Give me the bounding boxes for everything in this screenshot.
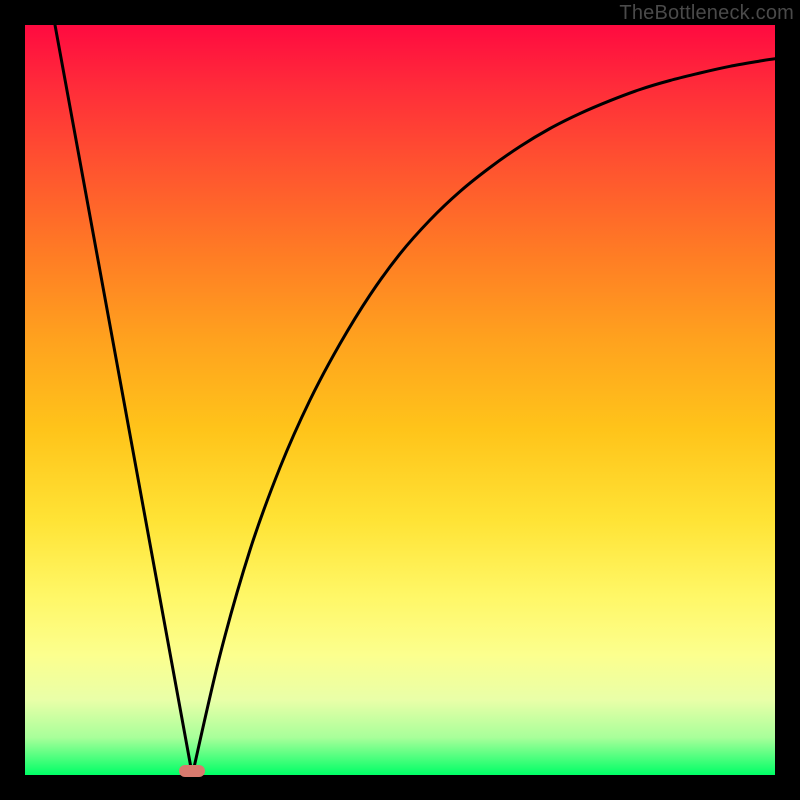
bottleneck-curve xyxy=(55,25,775,775)
watermark-text: TheBottleneck.com xyxy=(619,2,794,25)
plot-area xyxy=(25,25,775,775)
curve-svg xyxy=(25,25,775,775)
optimal-point-marker xyxy=(179,765,205,777)
chart-frame: TheBottleneck.com xyxy=(0,0,800,800)
